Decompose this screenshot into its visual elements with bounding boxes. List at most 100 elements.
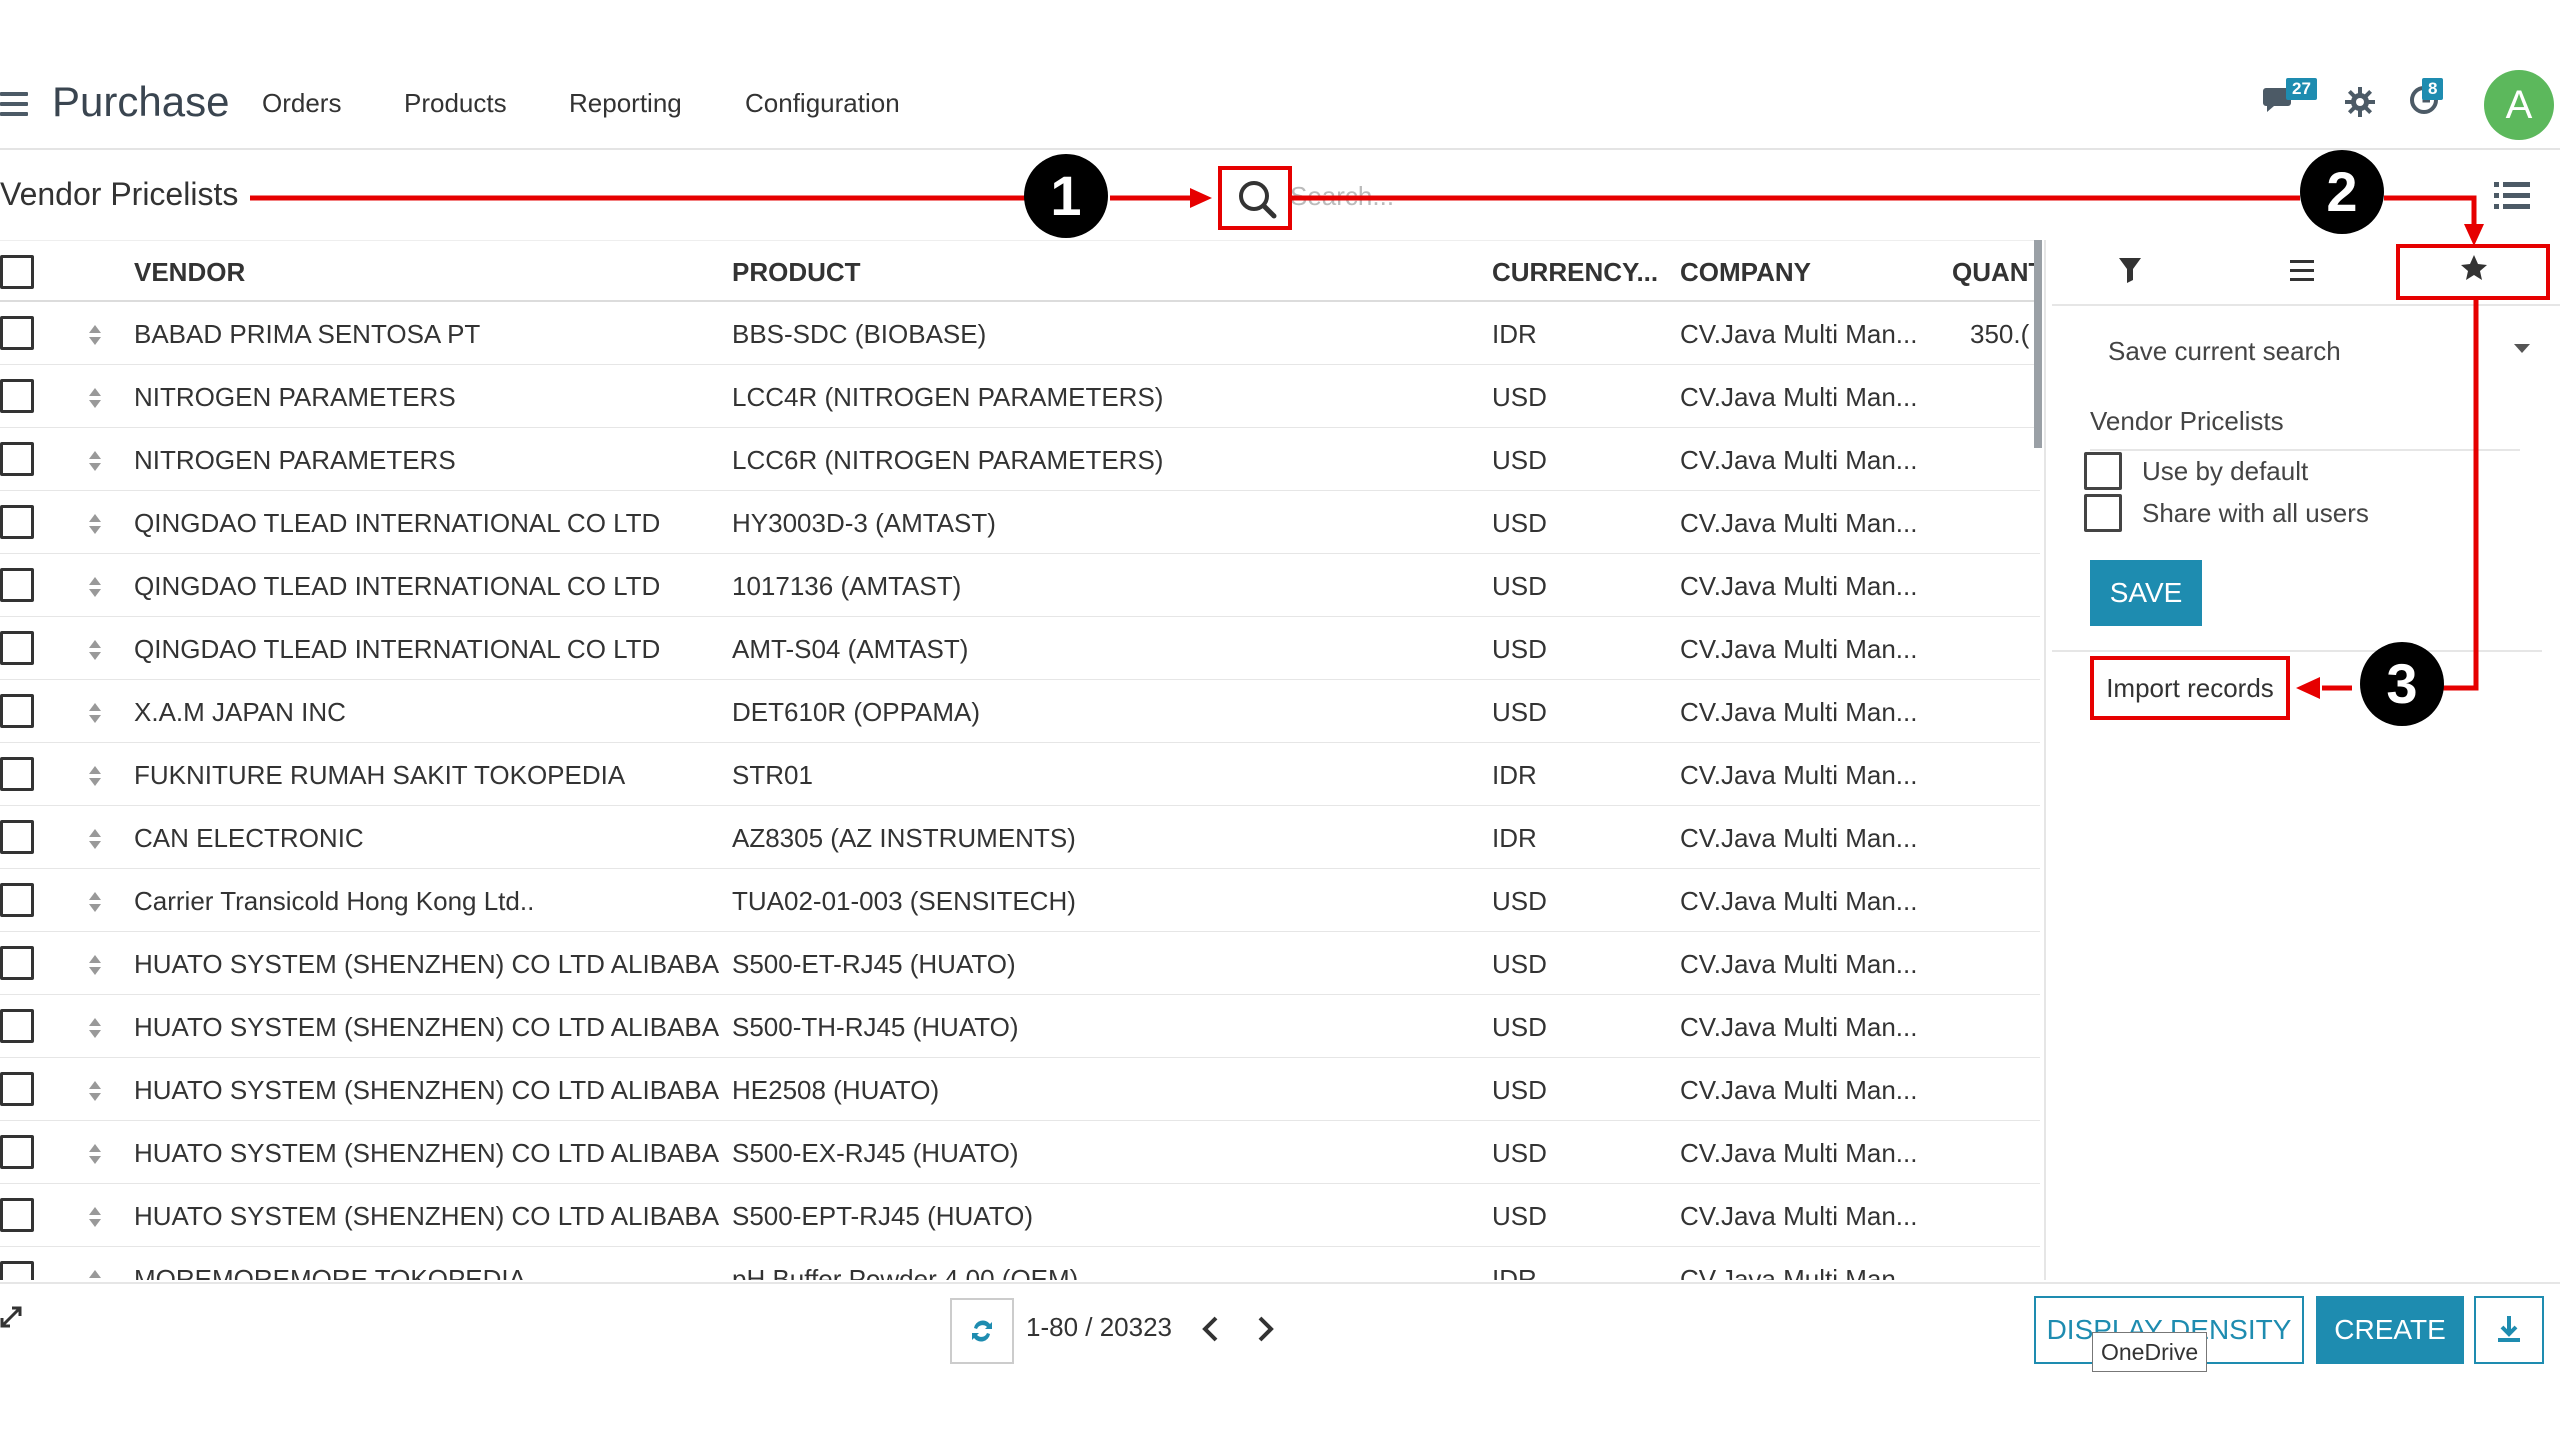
row-checkbox[interactable] [0,883,34,917]
column-company[interactable]: COMPANY [1680,257,1811,288]
use-by-default-checkbox[interactable] [2084,452,2122,490]
cell-currency: USD [1492,697,1547,727]
row-drag-handle-icon[interactable] [88,1017,102,1039]
cell-product: S500-ET-RJ45 (HUATO) [732,949,1016,979]
pager-previous-icon[interactable] [1200,1316,1222,1347]
caret-down-icon[interactable] [2514,344,2530,353]
menu-orders[interactable]: Orders [262,88,341,119]
table-row[interactable]: HUATO SYSTEM (SHENZHEN) CO LTD ALIBABA S5… [0,1184,2040,1247]
table-row[interactable]: NITROGEN PARAMETERS LCC4R (NITROGEN PARAM… [0,365,2040,428]
table-row[interactable]: MOREMOREMORE TOKOPEDIA pH Buffer Powder 4… [0,1247,2040,1280]
row-drag-handle-icon[interactable] [88,639,102,661]
table-row[interactable]: HUATO SYSTEM (SHENZHEN) CO LTD ALIBABA S5… [0,1121,2040,1184]
row-checkbox[interactable] [0,946,34,980]
table-row[interactable]: QINGDAO TLEAD INTERNATIONAL CO LTD 101713… [0,554,2040,617]
cell-product: TUA02-01-003 (SENSITECH) [732,886,1076,916]
share-with-all-users-label[interactable]: Share with all users [2142,498,2369,529]
cell-product: S500-EX-RJ45 (HUATO) [732,1138,1019,1168]
save-favorite-button[interactable]: SAVE [2090,560,2202,626]
row-checkbox[interactable] [0,1072,34,1106]
share-with-all-users-checkbox[interactable] [2084,494,2122,532]
filter-icon[interactable] [2118,256,2142,289]
app-title[interactable]: Purchase [52,78,229,126]
import-records-link[interactable]: Import records [2090,656,2290,720]
row-checkbox[interactable] [0,442,34,476]
cell-currency: USD [1492,382,1547,412]
search-input[interactable] [1290,176,2290,216]
cell-vendor: HUATO SYSTEM (SHENZHEN) CO LTD ALIBABA [134,949,720,979]
row-checkbox[interactable] [0,1009,34,1043]
row-drag-handle-icon[interactable] [88,891,102,913]
user-avatar[interactable]: A [2484,70,2554,140]
cell-company: CV.Java Multi Man... [1680,571,1918,601]
create-button[interactable]: CREATE [2316,1296,2464,1364]
cell-vendor: NITROGEN PARAMETERS [134,445,456,475]
menu-reporting[interactable]: Reporting [569,88,682,119]
table-row[interactable]: X.A.M JAPAN INC DET610R (OPPAMA) USD CV.Jav… [0,680,2040,743]
table-row[interactable]: BABAD PRIMA SENTOSA PT BBS-SDC (BIOBASE) I… [0,302,2040,365]
cell-vendor: Carrier Transicold Hong Kong Ltd.. [134,886,535,916]
table-row[interactable]: FUKNITURE RUMAH SAKIT TOKOPEDIA STR01 IDR C… [0,743,2040,806]
row-drag-handle-icon[interactable] [88,954,102,976]
row-drag-handle-icon[interactable] [88,1206,102,1228]
table-row[interactable]: Carrier Transicold Hong Kong Ltd.. TUA02-… [0,869,2040,932]
row-drag-handle-icon[interactable] [88,576,102,598]
refresh-button[interactable] [950,1298,1014,1364]
row-checkbox[interactable] [0,568,34,602]
pager-next-icon[interactable] [1254,1316,1276,1347]
row-drag-handle-icon[interactable] [88,1080,102,1102]
cell-currency: IDR [1492,760,1537,790]
row-checkbox[interactable] [0,379,34,413]
row-drag-handle-icon[interactable] [88,387,102,409]
row-drag-handle-icon[interactable] [88,828,102,850]
menu-configuration[interactable]: Configuration [745,88,900,119]
table-row[interactable]: CAN ELECTRONIC AZ8305 (AZ INSTRUMENTS) IDR… [0,806,2040,869]
table-row[interactable]: HUATO SYSTEM (SHENZHEN) CO LTD ALIBABA HE… [0,1058,2040,1121]
table-row[interactable]: HUATO SYSTEM (SHENZHEN) CO LTD ALIBABA S5… [0,932,2040,995]
row-checkbox[interactable] [0,820,34,854]
row-drag-handle-icon[interactable] [88,324,102,346]
row-checkbox[interactable] [0,1261,34,1280]
table-row[interactable]: NITROGEN PARAMETERS LCC6R (NITROGEN PARAM… [0,428,2040,491]
table-row[interactable]: QINGDAO TLEAD INTERNATIONAL CO LTD HY3003… [0,491,2040,554]
row-checkbox[interactable] [0,1198,34,1232]
column-product[interactable]: PRODUCT [732,257,861,288]
row-drag-handle-icon[interactable] [88,765,102,787]
gear-icon[interactable] [2344,86,2376,123]
cell-product: STR01 [732,760,813,790]
save-current-search-toggle[interactable]: Save current search [2108,336,2341,367]
expand-icon[interactable] [0,1306,22,1333]
list-view-icon[interactable] [2494,182,2530,215]
group-by-icon[interactable] [2290,260,2314,287]
row-checkbox[interactable] [0,316,34,350]
cell-company: CV.Java Multi Man... [1680,1012,1918,1042]
row-checkbox[interactable] [0,694,34,728]
table-scrollbar[interactable] [2034,240,2042,448]
favorite-name-field[interactable]: Vendor Pricelists [2090,406,2520,451]
row-drag-handle-icon[interactable] [88,702,102,724]
row-checkbox[interactable] [0,757,34,791]
table-row[interactable]: HUATO SYSTEM (SHENZHEN) CO LTD ALIBABA S5… [0,995,2040,1058]
cell-product: LCC4R (NITROGEN PARAMETERS) [732,382,1164,412]
hamburger-menu-icon[interactable] [0,92,28,116]
cell-currency: USD [1492,886,1547,916]
cell-company: CV.Java Multi Man... [1680,823,1918,853]
menu-products[interactable]: Products [404,88,507,119]
row-drag-handle-icon[interactable] [88,1269,102,1280]
row-checkbox[interactable] [0,1135,34,1169]
pager-value[interactable]: 1-80 / 20323 [1026,1312,1172,1343]
column-vendor[interactable]: VENDOR [134,257,245,288]
table-row[interactable]: QINGDAO TLEAD INTERNATIONAL CO LTD AMT-S0… [0,617,2040,680]
row-checkbox[interactable] [0,505,34,539]
row-drag-handle-icon[interactable] [88,1143,102,1165]
row-drag-handle-icon[interactable] [88,513,102,535]
column-currency[interactable]: CURRENCY... [1492,257,1670,288]
row-drag-handle-icon[interactable] [88,450,102,472]
column-quantity[interactable]: QUANT [1952,257,2034,288]
cell-company: CV.Java Multi Man... [1680,382,1918,412]
download-button[interactable] [2474,1296,2544,1364]
cell-currency: USD [1492,1138,1547,1168]
use-by-default-label[interactable]: Use by default [2142,456,2308,487]
select-all-checkbox[interactable] [0,255,34,289]
row-checkbox[interactable] [0,631,34,665]
